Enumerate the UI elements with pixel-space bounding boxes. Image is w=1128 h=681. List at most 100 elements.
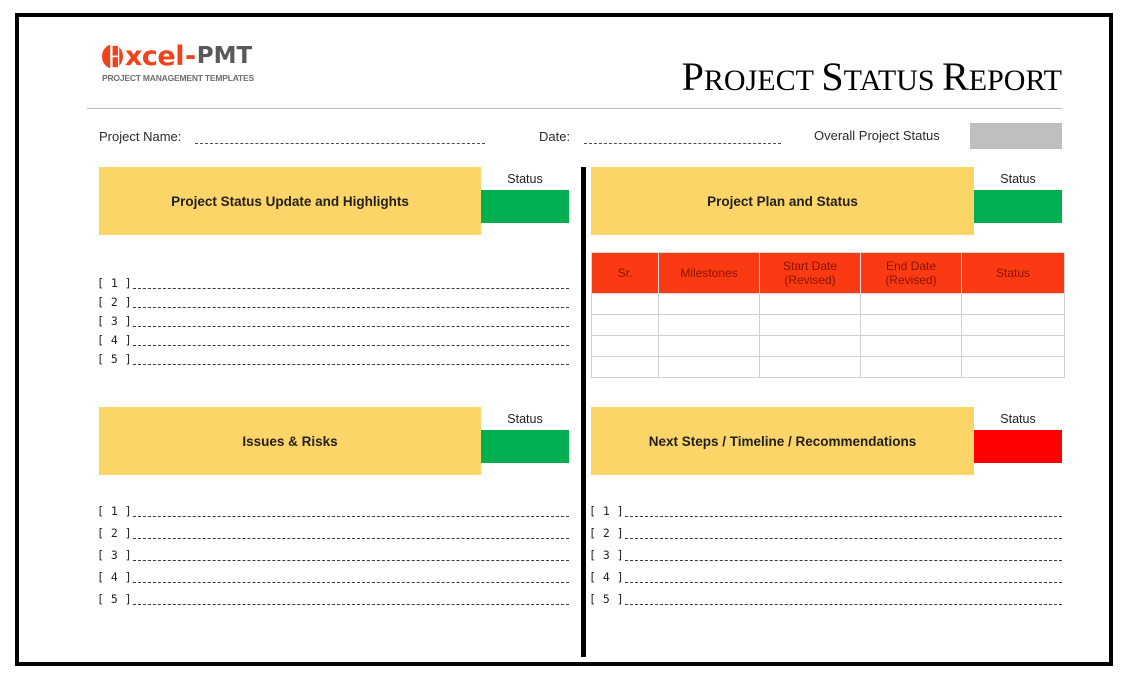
list-item-line[interactable] — [132, 582, 569, 583]
milestone-col-milestones-line1: Milestones — [680, 266, 738, 280]
list-item-line[interactable] — [132, 307, 569, 308]
panel-project-plan-status-bar[interactable] — [974, 190, 1062, 223]
table-cell-start-date[interactable] — [759, 356, 861, 378]
panel-status-update-header: Project Status Update and Highlights Sta… — [99, 167, 569, 235]
milestone-col-sr: Sr. — [591, 252, 659, 294]
list-item[interactable]: [ 5 ] — [97, 586, 569, 608]
page-title: PROJECT STATUS REPORT — [682, 57, 1062, 97]
table-cell-end-date[interactable] — [860, 356, 962, 378]
table-cell-start-date[interactable] — [759, 293, 861, 315]
list-item-line[interactable] — [132, 326, 569, 327]
list-item-line[interactable] — [132, 345, 569, 346]
list-item[interactable]: [ 1 ] — [97, 273, 569, 292]
list-item-number: [ 4 ] — [97, 570, 132, 584]
list-item-number: [ 2 ] — [589, 526, 624, 540]
table-cell-end-date[interactable] — [860, 335, 962, 357]
table-cell-sr[interactable] — [591, 314, 659, 336]
table-cell-start-date[interactable] — [759, 335, 861, 357]
table-cell-status[interactable] — [961, 356, 1065, 378]
list-item[interactable]: [ 1 ] — [97, 498, 569, 520]
milestone-col-end-date-line2: (Revised) — [885, 273, 937, 287]
list-item-line[interactable] — [624, 516, 1062, 517]
table-cell-status[interactable] — [961, 314, 1065, 336]
milestone-col-start-date-line2: (Revised) — [784, 273, 836, 287]
panel-project-plan-header: Project Plan and Status Status — [591, 167, 1062, 235]
list-item-line[interactable] — [624, 538, 1062, 539]
table-cell-status[interactable] — [961, 335, 1065, 357]
project-name-input[interactable] — [195, 143, 485, 144]
list-item-line[interactable] — [132, 538, 569, 539]
table-row[interactable] — [591, 335, 1065, 357]
date-input[interactable] — [584, 143, 781, 144]
header-divider — [87, 108, 1062, 109]
list-item[interactable]: [ 5 ] — [97, 349, 569, 368]
page-frame: xcel - PMT PROJECT MANAGEMENT TEMPLATES … — [15, 13, 1113, 666]
list-item[interactable]: [ 2 ] — [97, 292, 569, 311]
meta-row: Project Name: Date: Overall Project Stat… — [87, 122, 1062, 152]
table-row[interactable] — [591, 356, 1065, 378]
list-item-line[interactable] — [624, 560, 1062, 561]
list-item[interactable]: [ 4 ] — [589, 564, 1062, 586]
list-item[interactable]: [ 4 ] — [97, 330, 569, 349]
list-item-number: [ 3 ] — [589, 548, 624, 562]
table-row[interactable] — [591, 293, 1065, 315]
table-cell-sr[interactable] — [591, 356, 659, 378]
table-cell-start-date[interactable] — [759, 314, 861, 336]
panel-issues-risks-title: Issues & Risks — [99, 407, 481, 475]
panel-status-update-status-bar[interactable] — [481, 190, 569, 223]
panel-status-update-title: Project Status Update and Highlights — [99, 167, 481, 235]
page-title-word2-initial: S — [821, 54, 844, 99]
list-item[interactable]: [ 1 ] — [589, 498, 1062, 520]
list-item[interactable]: [ 3 ] — [97, 542, 569, 564]
table-cell-status[interactable] — [961, 293, 1065, 315]
panel-next-steps-status-label: Status — [1000, 412, 1036, 426]
milestone-col-milestones: Milestones — [658, 252, 760, 294]
list-item[interactable]: [ 3 ] — [589, 542, 1062, 564]
table-cell-end-date[interactable] — [860, 314, 962, 336]
footer-divider — [87, 664, 1062, 666]
milestone-col-start-date-line1: Start Date — [782, 259, 838, 273]
list-item[interactable]: [ 4 ] — [97, 564, 569, 586]
list-item-number: [ 1 ] — [589, 504, 624, 518]
list-item[interactable]: [ 2 ] — [589, 520, 1062, 542]
list-item-line[interactable] — [132, 560, 569, 561]
date-label: Date: — [539, 129, 571, 144]
panel-next-steps-status-bar[interactable] — [974, 430, 1062, 463]
list-item-number: [ 3 ] — [97, 548, 132, 562]
list-item-line[interactable] — [624, 582, 1062, 583]
list-status-update: [ 1 ] [ 2 ] [ 3 ] [ 4 ] [ 5 ] — [97, 273, 569, 368]
list-item-line[interactable] — [132, 604, 569, 605]
page-title-word1-rest: ROJECT — [703, 64, 814, 97]
column-divider — [581, 167, 586, 657]
list-item-line[interactable] — [132, 516, 569, 517]
list-item-number: [ 4 ] — [97, 333, 132, 347]
list-item-line[interactable] — [624, 604, 1062, 605]
brand-logo[interactable]: xcel - PMT PROJECT MANAGEMENT TEMPLATES — [101, 43, 401, 83]
table-cell-milestone[interactable] — [658, 314, 760, 336]
milestone-table-body — [591, 293, 1065, 378]
table-cell-end-date[interactable] — [860, 293, 962, 315]
list-item[interactable]: [ 5 ] — [589, 586, 1062, 608]
table-row[interactable] — [591, 314, 1065, 336]
table-cell-milestone[interactable] — [658, 335, 760, 357]
overall-status-swatch[interactable] — [970, 123, 1062, 149]
table-cell-sr[interactable] — [591, 293, 659, 315]
list-item[interactable]: [ 3 ] — [97, 311, 569, 330]
list-item-line[interactable] — [132, 288, 569, 289]
logo-wordmark: xcel - PMT — [101, 43, 401, 70]
panel-issues-risks-status-bar[interactable] — [481, 430, 569, 463]
stylized-e-icon — [101, 44, 124, 69]
milestone-col-end-date: End Date (Revised) — [860, 252, 962, 294]
table-cell-milestone[interactable] — [658, 356, 760, 378]
list-item[interactable]: [ 2 ] — [97, 520, 569, 542]
milestone-table: Sr. Milestones Start Date (Revised) End … — [591, 252, 1065, 378]
table-cell-milestone[interactable] — [658, 293, 760, 315]
milestone-table-header-row: Sr. Milestones Start Date (Revised) End … — [591, 252, 1065, 294]
list-next-steps: [ 1 ] [ 2 ] [ 3 ] [ 4 ] [ 5 ] — [589, 498, 1062, 608]
panel-next-steps: Next Steps / Timeline / Recommendations … — [591, 407, 1062, 475]
table-cell-sr[interactable] — [591, 335, 659, 357]
page-title-word1-initial: P — [681, 54, 704, 99]
list-item-line[interactable] — [132, 364, 569, 365]
logo-text-xcel: xcel — [125, 41, 185, 72]
logo-text-pmt: PMT — [196, 43, 253, 69]
